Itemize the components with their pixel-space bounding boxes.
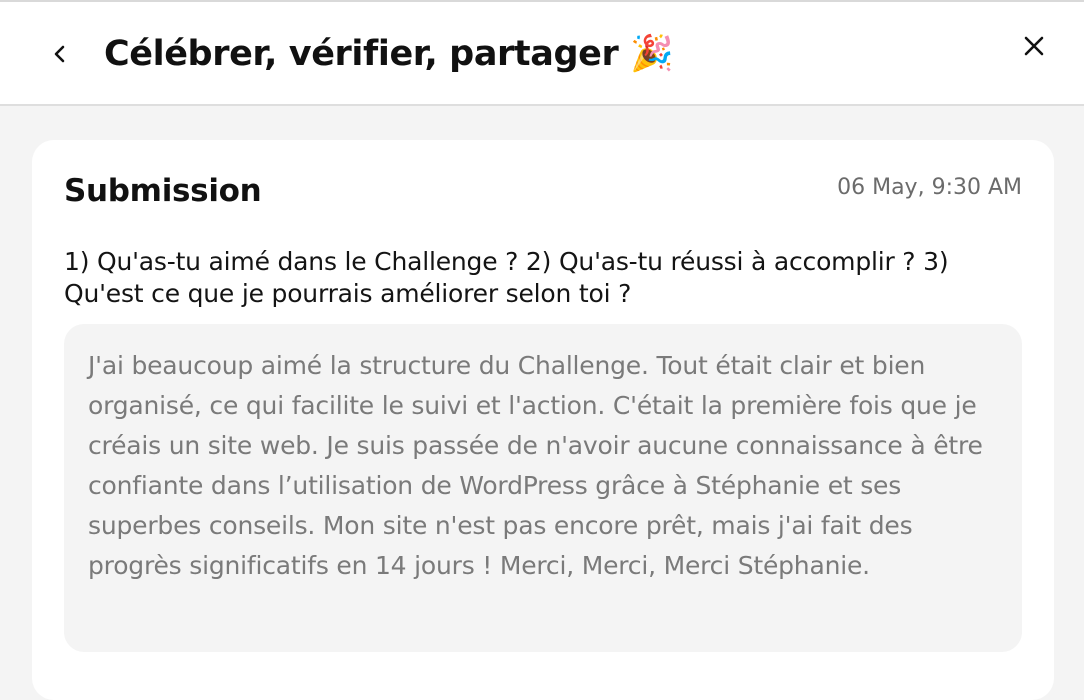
submission-answer: J'ai beaucoup aimé la structure du Chall… <box>88 351 983 580</box>
close-icon <box>1024 36 1044 56</box>
submission-question: 1) Qu'as-tu aimé dans le Challenge ? 2) … <box>64 247 949 308</box>
answer-box: J'ai beaucoup aimé la structure du Chall… <box>64 324 1022 652</box>
chevron-left-icon <box>54 45 65 63</box>
submission-heading: Submission <box>64 173 262 209</box>
back-button[interactable] <box>44 36 76 72</box>
submission-card: Submission 06 May, 9:30 AM 1) Qu'as-tu a… <box>32 140 1054 700</box>
page-title: Célébrer, vérifier, partager 🎉 <box>104 34 674 74</box>
submission-date: 06 May, 9:30 AM <box>837 175 1022 200</box>
close-button[interactable] <box>1018 30 1050 62</box>
modal-header: Célébrer, vérifier, partager 🎉 <box>0 2 1084 106</box>
